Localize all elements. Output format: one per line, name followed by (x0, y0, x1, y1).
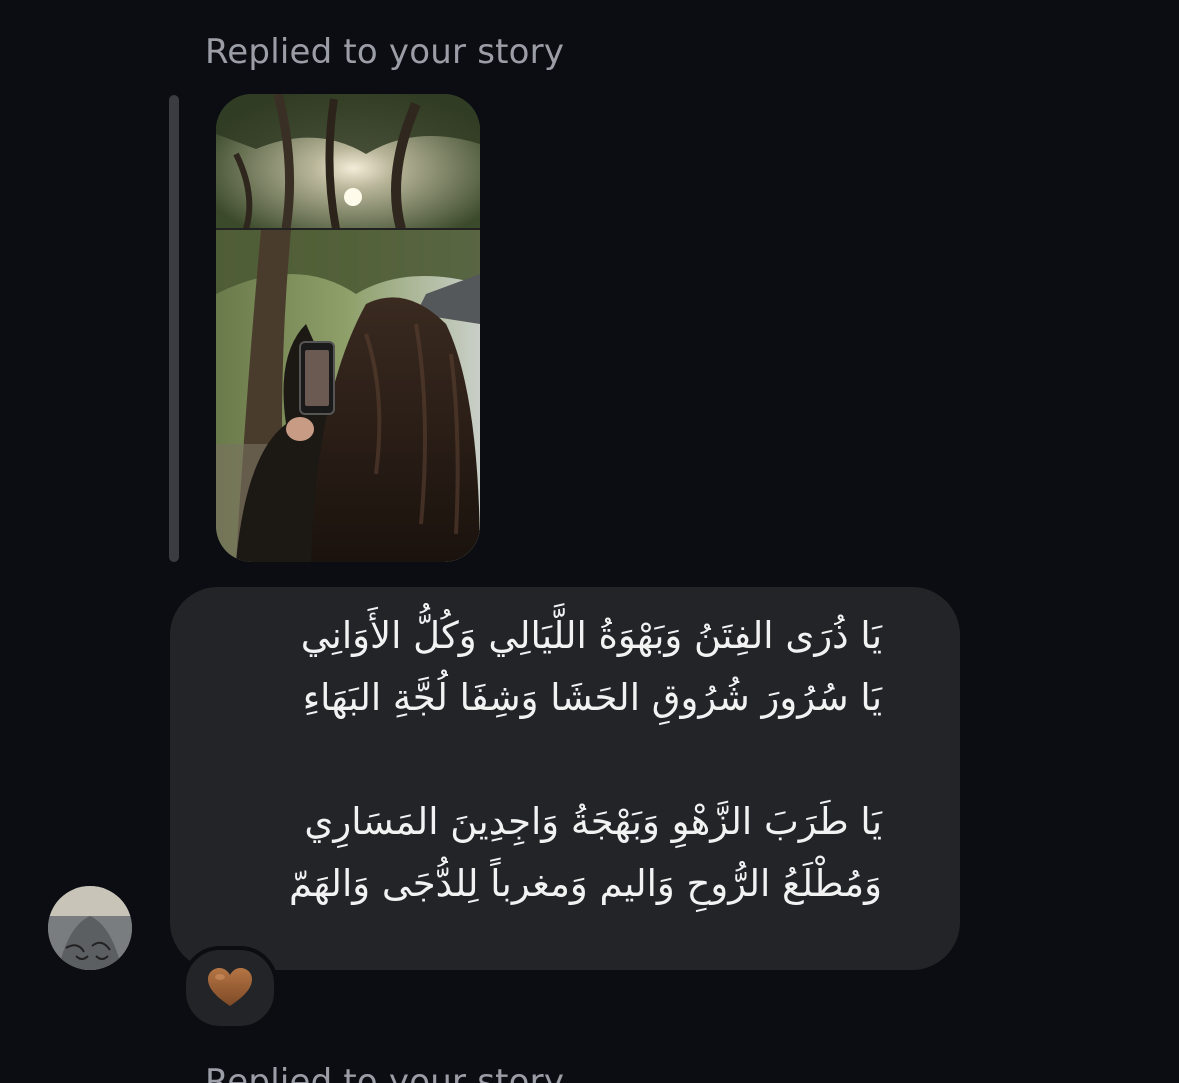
replied-to-story-label: Replied to your story (205, 32, 565, 72)
reply-quote-bar (169, 95, 179, 562)
reaction-badge[interactable] (182, 946, 278, 1030)
story-photo (216, 94, 480, 562)
poem-line-1: يَا ذُرَى الفِتَنُ وَبَهْوَةُ اللَّيَالِ… (300, 614, 882, 657)
poem-gap (289, 729, 882, 791)
poem-line-4: وَمُطْلَعُ الرُّوحِ وَاليم وَمغرباً لِلد… (289, 862, 882, 905)
message-bubble[interactable]: يَا ذُرَى الفِتَنُ وَبَهْوَةُ اللَّيَالِ… (170, 587, 960, 970)
replied-to-story-label-next: Replied to your story (205, 1062, 565, 1083)
poem-text: يَا ذُرَى الفِتَنُ وَبَهْوَةُ اللَّيَالِ… (289, 605, 882, 915)
sender-avatar[interactable] (48, 886, 132, 970)
poem-line-3: يَا طَرَبَ الزَّهْوِ وَبَهْجَةُ وَاجِدِي… (304, 800, 882, 843)
dm-thread: Replied to your story يَا ذُرَى الفِتَنُ… (0, 0, 1179, 1083)
avatar-photo (48, 886, 132, 970)
story-preview[interactable] (216, 94, 480, 562)
poem-line-2: يَا سُرُورَ شُرُوقِ الحَشَا وَشِفَا لُجَ… (302, 676, 882, 719)
brown-heart-icon (208, 968, 252, 1006)
